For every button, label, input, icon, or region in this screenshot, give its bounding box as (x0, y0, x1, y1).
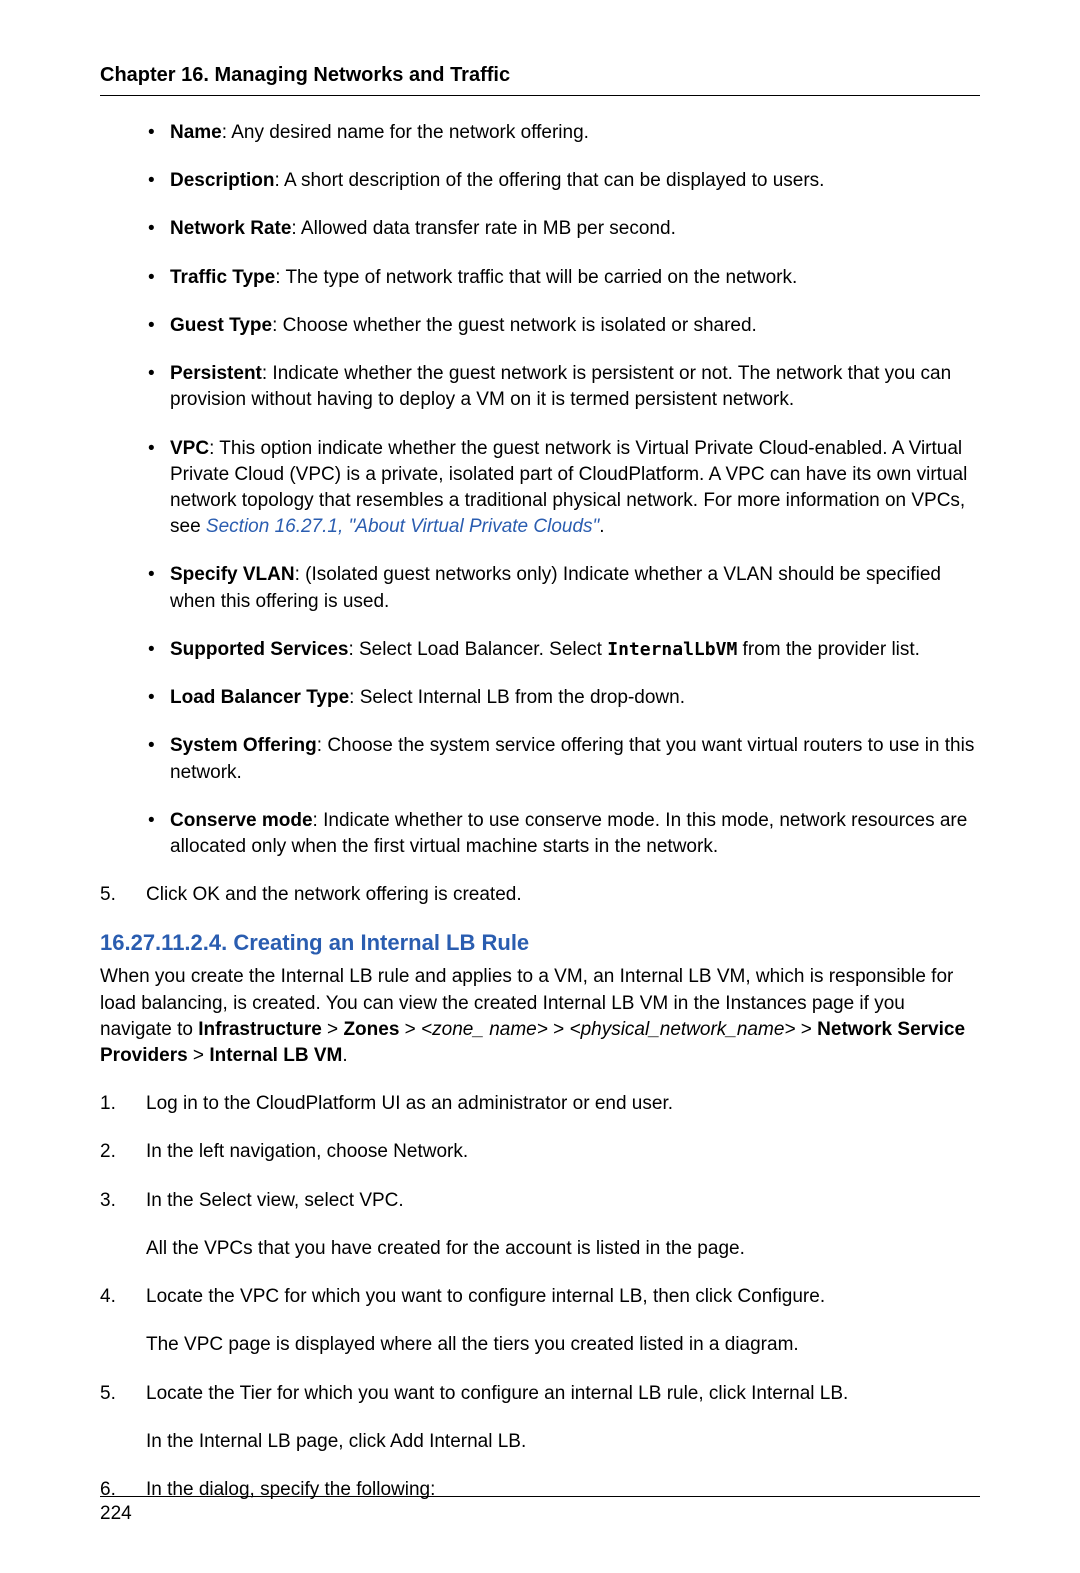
step-text: In the left navigation, choose Network. (146, 1141, 468, 1162)
step-item: Locate the Tier for which you want to co… (100, 1381, 980, 1455)
term: Traffic Type (170, 267, 275, 288)
path-zones: Zones (343, 1019, 399, 1040)
list-item: Specify VLAN: (Isolated guest networks o… (146, 562, 980, 614)
term: Name (170, 122, 222, 143)
step-note: All the VPCs that you have created for t… (146, 1236, 980, 1262)
path-infrastructure: Infrastructure (198, 1019, 322, 1040)
footer-rule (100, 1496, 980, 1497)
term: Load Balancer Type (170, 687, 349, 708)
term: Conserve mode (170, 810, 313, 831)
section-intro: When you create the Internal LB rule and… (100, 964, 980, 1069)
list-item: Description: A short description of the … (146, 168, 980, 194)
sep: > (188, 1045, 210, 1066)
list-item: VPC: This option indicate whether the gu… (146, 436, 980, 541)
section-heading: 16.27.11.2.4. Creating an Internal LB Ru… (100, 930, 980, 956)
sep: > (796, 1019, 818, 1040)
path-zone-name: <zone_ name> (421, 1019, 548, 1040)
desc: : Select Load Balancer. Select (348, 639, 607, 660)
sep: > (399, 1019, 421, 1040)
step-text: In the Select view, select VPC. (146, 1190, 404, 1211)
desc: : A short description of the offering th… (275, 170, 825, 191)
desc: : Any desired name for the network offer… (222, 122, 589, 143)
step-item: In the Select view, select VPC. All the … (100, 1188, 980, 1262)
chapter-title: Chapter 16. Managing Networks and Traffi… (100, 64, 980, 87)
header-rule (100, 95, 980, 96)
desc-tail: . (599, 516, 604, 537)
step-item: Log in to the CloudPlatform UI as an adm… (100, 1091, 980, 1117)
desc-tail: from the provider list. (737, 639, 920, 660)
desc: : Allowed data transfer rate in MB per s… (291, 218, 675, 239)
step-note: The VPC page is displayed where all the … (146, 1332, 980, 1358)
page-footer: 224 (100, 1496, 980, 1525)
term: VPC (170, 438, 209, 459)
list-item: Load Balancer Type: Select Internal LB f… (146, 685, 980, 711)
procedure-list: Log in to the CloudPlatform UI as an adm… (100, 1091, 980, 1503)
code-token: InternalLbVM (607, 639, 737, 660)
list-item: Guest Type: Choose whether the guest net… (146, 313, 980, 339)
term: System Offering (170, 735, 317, 756)
term: Guest Type (170, 315, 272, 336)
desc: : The type of network traffic that will … (275, 267, 797, 288)
desc: : Select Internal LB from the drop-down. (349, 687, 685, 708)
list-item: Supported Services: Select Load Balancer… (146, 637, 980, 663)
sep: > (322, 1019, 344, 1040)
step-text: Click OK and the network offering is cre… (146, 884, 522, 905)
step-text: Locate the VPC for which you want to con… (146, 1286, 825, 1307)
term: Description (170, 170, 275, 191)
desc: : Indicate whether the guest network is … (170, 363, 951, 410)
path-internal-lb-vm: Internal LB VM (209, 1045, 342, 1066)
term: Network Rate (170, 218, 291, 239)
term: Supported Services (170, 639, 348, 660)
page-number: 224 (100, 1503, 980, 1525)
intro-end: . (342, 1045, 347, 1066)
sep: > (548, 1019, 570, 1040)
list-item: System Offering: Choose the system servi… (146, 733, 980, 785)
step-note: In the Internal LB page, click Add Inter… (146, 1429, 980, 1455)
step-item: Locate the VPC for which you want to con… (100, 1284, 980, 1358)
term: Persistent (170, 363, 262, 384)
path-physical-network: <physical_network_name> (569, 1019, 795, 1040)
list-item: Name: Any desired name for the network o… (146, 120, 980, 146)
term: Specify VLAN (170, 564, 295, 585)
numbered-list-continue: Click OK and the network offering is cre… (100, 882, 980, 908)
list-item: Conserve mode: Indicate whether to use c… (146, 808, 980, 860)
step-text: Log in to the CloudPlatform UI as an adm… (146, 1093, 673, 1114)
offering-field-list: Name: Any desired name for the network o… (146, 120, 980, 860)
list-item: Traffic Type: The type of network traffi… (146, 265, 980, 291)
step-item: Click OK and the network offering is cre… (100, 882, 980, 908)
xref-link[interactable]: Section 16.27.1, "About Virtual Private … (206, 516, 599, 537)
step-item: In the left navigation, choose Network. (100, 1139, 980, 1165)
step-text: Locate the Tier for which you want to co… (146, 1383, 848, 1404)
list-item: Network Rate: Allowed data transfer rate… (146, 216, 980, 242)
list-item: Persistent: Indicate whether the guest n… (146, 361, 980, 413)
desc: : Choose whether the guest network is is… (272, 315, 757, 336)
